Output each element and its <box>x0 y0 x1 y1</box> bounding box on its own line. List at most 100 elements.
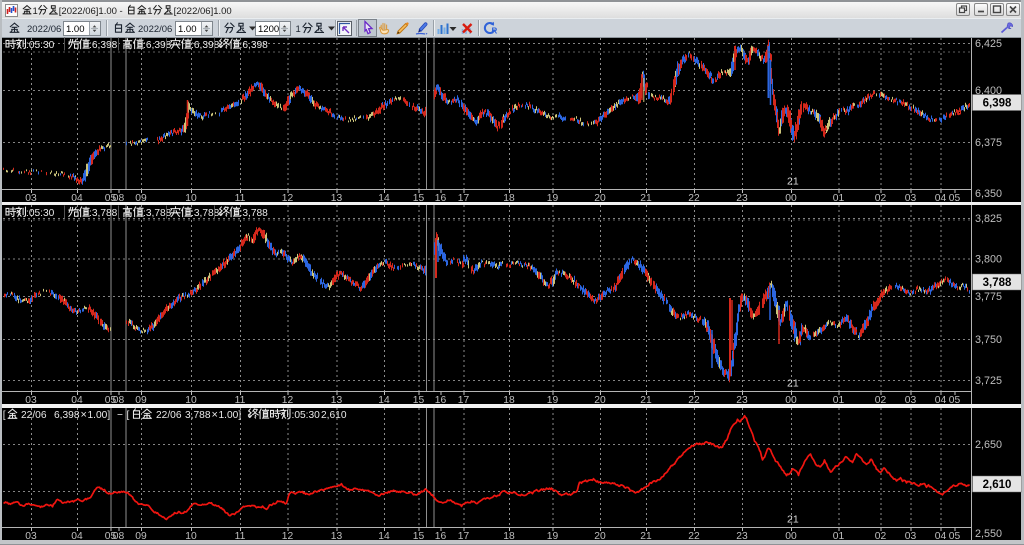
svg-text:21: 21 <box>787 378 799 390</box>
svg-text:20: 20 <box>594 395 606 406</box>
svg-text:2022/06: 2022/06 <box>27 24 61 35</box>
svg-text:22: 22 <box>688 395 700 406</box>
svg-text:00: 00 <box>785 395 797 406</box>
svg-text:19: 19 <box>547 531 559 542</box>
svg-text:3,788: 3,788 <box>983 277 1012 289</box>
svg-text:19: 19 <box>547 395 559 406</box>
svg-text:04: 04 <box>71 395 83 406</box>
svg-text:08: 08 <box>113 193 125 204</box>
svg-text:04: 04 <box>935 395 947 406</box>
svg-text:05: 05 <box>949 395 961 406</box>
svg-text::05:30: :05:30 <box>26 40 55 51</box>
svg-text:−: − <box>117 410 123 421</box>
svg-text::3,788: :3,788 <box>191 208 220 219</box>
svg-text:2,550: 2,550 <box>975 528 1002 540</box>
svg-text:3,800: 3,800 <box>975 253 1002 265</box>
svg-text:3,750: 3,750 <box>975 334 1002 346</box>
svg-text:01: 01 <box>833 531 845 542</box>
svg-text:10: 10 <box>185 193 197 204</box>
svg-text:04: 04 <box>935 193 947 204</box>
svg-text:13: 13 <box>331 395 343 406</box>
svg-text:03: 03 <box>25 395 37 406</box>
svg-text:1.00]: 1.00] <box>88 410 111 421</box>
svg-text:09: 09 <box>135 395 147 406</box>
svg-text::3,788: :3,788 <box>143 208 172 219</box>
svg-text:21: 21 <box>640 193 652 204</box>
svg-text:6,398: 6,398 <box>983 98 1012 110</box>
svg-text:01: 01 <box>833 193 845 204</box>
svg-text:03: 03 <box>905 395 917 406</box>
svg-text:03: 03 <box>25 193 37 204</box>
svg-text:1: 1 <box>147 6 152 17</box>
svg-text:00: 00 <box>785 193 797 204</box>
svg-text:22: 22 <box>688 531 700 542</box>
svg-text:03: 03 <box>905 531 917 542</box>
svg-text:21: 21 <box>787 176 799 188</box>
svg-text:×: × <box>81 409 87 421</box>
svg-text:21: 21 <box>787 514 799 526</box>
svg-text:04: 04 <box>71 193 83 204</box>
svg-text:3,825: 3,825 <box>975 213 1002 225</box>
svg-text:23: 23 <box>736 395 748 406</box>
svg-text:22/06: 22/06 <box>21 410 47 421</box>
svg-text:2,610: 2,610 <box>983 479 1012 491</box>
svg-text:21: 21 <box>640 395 652 406</box>
svg-text:04: 04 <box>71 531 83 542</box>
svg-text:1.00]: 1.00] <box>219 410 242 421</box>
svg-text:08: 08 <box>113 395 125 406</box>
svg-text:15: 15 <box>413 395 425 406</box>
svg-text:3,725: 3,725 <box>975 375 1002 387</box>
svg-text:14: 14 <box>378 395 390 406</box>
svg-text:21: 21 <box>640 531 652 542</box>
svg-text::6,398: :6,398 <box>191 40 220 51</box>
svg-text:15: 15 <box>413 193 425 204</box>
svg-text:12: 12 <box>282 193 294 204</box>
svg-text:13: 13 <box>331 193 343 204</box>
svg-text:04: 04 <box>935 531 947 542</box>
svg-text:15: 15 <box>413 531 425 542</box>
svg-text:12: 12 <box>282 395 294 406</box>
svg-text:09: 09 <box>135 193 147 204</box>
svg-text::3,788: :3,788 <box>89 208 118 219</box>
svg-text:×: × <box>212 409 218 421</box>
svg-text:20: 20 <box>594 193 606 204</box>
svg-text:[: [ <box>127 410 130 421</box>
svg-text:2022/06: 2022/06 <box>138 24 172 35</box>
svg-text::6,398: :6,398 <box>89 40 118 51</box>
svg-text:6,375: 6,375 <box>975 137 1002 149</box>
svg-text:23: 23 <box>736 193 748 204</box>
svg-text:19: 19 <box>547 193 559 204</box>
svg-text:22/06: 22/06 <box>156 410 182 421</box>
svg-text:18: 18 <box>503 395 515 406</box>
svg-text:10: 10 <box>185 395 197 406</box>
svg-text:09: 09 <box>135 531 147 542</box>
svg-text:17: 17 <box>458 531 470 542</box>
svg-text:1: 1 <box>296 24 301 35</box>
svg-text::05:30: :05:30 <box>26 208 55 219</box>
svg-text:11: 11 <box>235 531 246 542</box>
svg-text:20: 20 <box>594 531 606 542</box>
svg-text:17: 17 <box>458 395 470 406</box>
svg-text::05:30: :05:30 <box>292 410 321 421</box>
svg-text:02: 02 <box>875 531 887 542</box>
svg-text:00: 00 <box>785 531 797 542</box>
svg-text:16: 16 <box>435 395 447 406</box>
svg-text:13: 13 <box>331 531 343 542</box>
svg-text:11: 11 <box>235 395 246 406</box>
svg-text:05: 05 <box>949 531 961 542</box>
svg-text::6,398: :6,398 <box>240 40 269 51</box>
svg-text:17: 17 <box>458 193 470 204</box>
svg-text:03: 03 <box>25 531 37 542</box>
svg-text:18: 18 <box>503 193 515 204</box>
svg-text:03: 03 <box>905 193 917 204</box>
svg-text:12: 12 <box>282 531 294 542</box>
svg-text:05: 05 <box>949 193 961 204</box>
svg-text:2,610: 2,610 <box>321 410 347 421</box>
svg-text:02: 02 <box>875 395 887 406</box>
svg-text:1200: 1200 <box>258 24 279 35</box>
svg-text::6,398: :6,398 <box>143 40 172 51</box>
svg-text:6,398: 6,398 <box>54 410 80 421</box>
svg-text:11: 11 <box>235 193 246 204</box>
svg-text:10: 10 <box>185 531 197 542</box>
svg-text:[: [ <box>3 410 6 421</box>
